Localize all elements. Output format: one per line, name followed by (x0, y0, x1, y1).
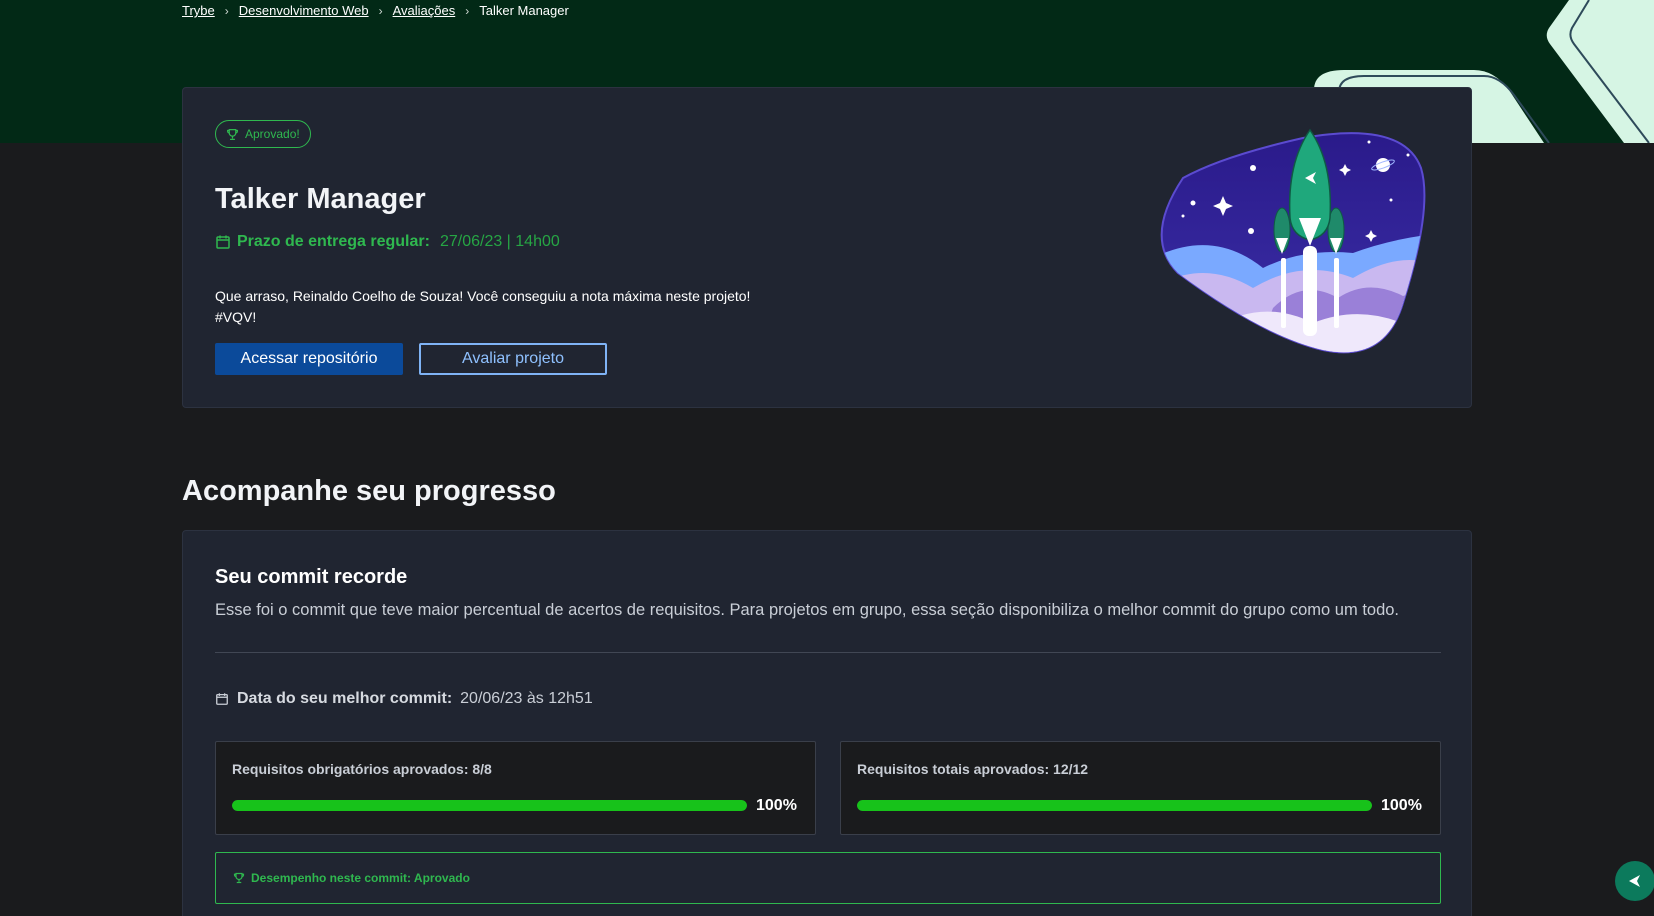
breadcrumb-link-trybe[interactable]: Trybe (182, 3, 215, 18)
breadcrumb-link-desenvolvimento-web[interactable]: Desenvolvimento Web (239, 3, 369, 18)
mandatory-progress-fill (232, 800, 747, 811)
total-requirements-label: Requisitos totais aprovados: 12/12 (857, 761, 1089, 777)
deadline-label: Prazo de entrega regular: (237, 233, 430, 250)
project-card: Aprovado! Talker Manager Prazo de entreg… (182, 87, 1472, 408)
mandatory-progress-percent: 100% (756, 797, 797, 814)
rate-project-button[interactable]: Avaliar projeto (419, 343, 607, 375)
status-badge: Aprovado! (215, 120, 311, 148)
breadcrumb-current: Talker Manager (479, 3, 569, 18)
best-commit-date: Data do seu melhor commit: 20/06/23 às 1… (215, 690, 593, 708)
total-requirements-box: Requisitos totais aprovados: 12/12 100% (840, 741, 1441, 835)
performance-box: Desempenho neste commit: Aprovado (215, 852, 1441, 904)
mandatory-requirements-label: Requisitos obrigatórios aprovados: 8/8 (232, 761, 492, 777)
calendar-icon (216, 235, 230, 249)
best-commit-date-value: 20/06/23 às 12h51 (460, 690, 593, 707)
trybe-logo-icon (1629, 875, 1640, 887)
mandatory-requirements-box: Requisitos obrigatórios aprovados: 8/8 1… (215, 741, 816, 835)
deadline: Prazo de entrega regular: 27/06/23 | 14h… (215, 233, 560, 251)
performance-label: Desempenho neste commit: Aprovado (251, 871, 470, 885)
chevron-right-icon: › (465, 3, 470, 18)
total-progress-bar (857, 800, 1372, 811)
help-fab-button[interactable] (1615, 861, 1654, 901)
project-title: Talker Manager (215, 183, 426, 215)
trophy-icon (227, 128, 238, 140)
chevron-right-icon: › (224, 3, 229, 18)
congrats-message: Que arraso, Reinaldo Coelho de Souza! Vo… (215, 286, 835, 328)
rocket-illustration (1160, 128, 1426, 354)
breadcrumb: Trybe › Desenvolvimento Web › Avaliações… (182, 3, 569, 18)
total-progress-fill (857, 800, 1372, 811)
progress-card: Seu commit recorde Esse foi o commit que… (182, 530, 1472, 916)
divider (215, 652, 1441, 653)
congrats-hashtag: #VQV! (215, 309, 257, 325)
total-progress-percent: 100% (1381, 797, 1422, 814)
section-title: Acompanhe seu progresso (182, 475, 556, 507)
access-repository-button[interactable]: Acessar repositório (215, 343, 403, 375)
chevron-right-icon: › (378, 3, 383, 18)
commit-title: Seu commit recorde (215, 566, 408, 588)
trophy-icon (233, 872, 245, 884)
breadcrumb-link-avaliacoes[interactable]: Avaliações (393, 3, 456, 18)
calendar-icon (216, 693, 228, 705)
congrats-message-line: Que arraso, Reinaldo Coelho de Souza! Vo… (215, 288, 751, 304)
mandatory-progress-bar (232, 800, 747, 811)
commit-description: Esse foi o commit que teve maior percent… (215, 601, 1400, 619)
best-commit-date-label: Data do seu melhor commit: (237, 690, 453, 707)
status-badge-label: Aprovado! (245, 127, 300, 141)
deadline-value: 27/06/23 | 14h00 (439, 233, 560, 250)
